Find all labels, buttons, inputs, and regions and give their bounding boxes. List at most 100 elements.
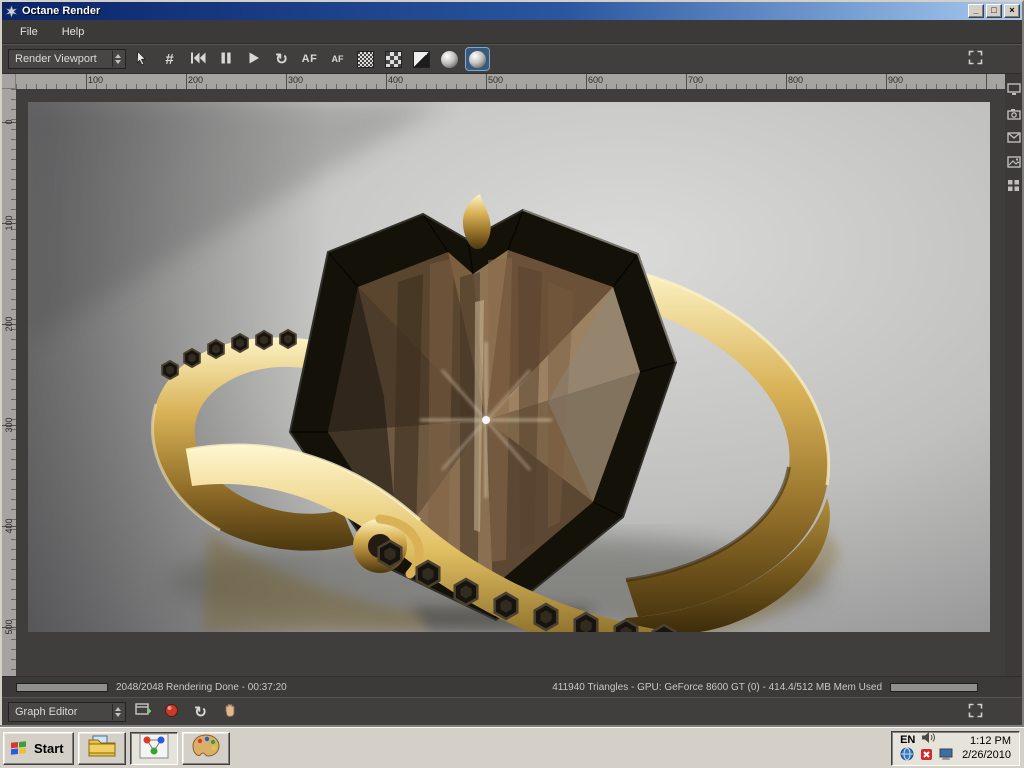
- autofocus-small-label: AF: [331, 54, 344, 64]
- new-nodegraph-button[interactable]: [130, 700, 155, 724]
- crosshair-icon: #: [165, 50, 174, 68]
- viewport-dropdown[interactable]: Render Viewport: [8, 49, 126, 69]
- pan-tool-button[interactable]: [217, 700, 242, 724]
- refresh-graph-button[interactable]: ↻: [188, 700, 213, 724]
- rewind-icon: [190, 52, 206, 67]
- vruler-label: 500: [4, 619, 14, 635]
- maximize-button[interactable]: □: [986, 4, 1002, 18]
- pause-icon: [220, 52, 232, 67]
- expand-arrows-icon: [968, 703, 983, 721]
- coarse-checker-icon: [385, 50, 402, 68]
- gpu-status-text: 411940 Triangles - GPU: GeForce 8600 GT …: [552, 681, 882, 693]
- menu-help[interactable]: Help: [50, 22, 97, 42]
- hruler-label: 300: [288, 75, 304, 85]
- pause-render-button[interactable]: [213, 47, 238, 71]
- dither-fine-button[interactable]: [353, 47, 378, 71]
- contrast-split-icon: [413, 50, 430, 68]
- file-manager-shortcut[interactable]: [77, 731, 126, 765]
- menu-file[interactable]: File: [8, 22, 50, 42]
- screen: Octane Render _ □ × File Help Render Vie…: [0, 0, 1024, 768]
- start-label: Start: [34, 740, 64, 756]
- expand-viewport-button[interactable]: [963, 47, 988, 71]
- sphere-icon: [441, 50, 458, 68]
- windows-flag-icon: [9, 738, 29, 759]
- security-alert-icon[interactable]: [920, 748, 933, 766]
- volume-icon[interactable]: [921, 731, 936, 749]
- render-status-text: 2048/2048 Rendering Done - 00:37:20: [116, 681, 287, 693]
- system-tray: EN 1:12 PM 2/26/2010: [891, 730, 1020, 766]
- right-sidebar: [1005, 74, 1022, 676]
- window-title: Octane Render: [22, 5, 101, 17]
- spinner-arrows-icon[interactable]: [112, 703, 123, 720]
- hruler-label: 100: [88, 75, 104, 85]
- hruler-label: 600: [588, 75, 604, 85]
- graph-editor-dropdown-value: Graph Editor: [15, 705, 78, 718]
- refresh-icon: ↻: [275, 51, 288, 68]
- fine-checker-icon: [357, 50, 374, 68]
- vruler-label: 100: [4, 215, 14, 231]
- panel-monitor-icon[interactable]: [1006, 82, 1021, 97]
- dither-coarse-button[interactable]: [381, 47, 406, 71]
- octane-graph-shortcut[interactable]: [129, 731, 178, 765]
- hruler-label: 500: [488, 75, 504, 85]
- select-tool-button[interactable]: [129, 47, 154, 71]
- node-graph-icon: [139, 733, 169, 764]
- menu-bar: File Help: [2, 20, 1022, 44]
- expand-arrows-icon: [968, 50, 983, 68]
- hruler-label: 400: [388, 75, 404, 85]
- material-preview-button[interactable]: [159, 700, 184, 724]
- panel-camera-icon[interactable]: [1006, 106, 1021, 121]
- sphere-selected-icon: [469, 50, 486, 68]
- network-icon[interactable]: [939, 748, 954, 766]
- panel-mail-icon[interactable]: [1006, 130, 1021, 145]
- hand-icon: [223, 703, 237, 721]
- autofocus-button[interactable]: AF: [297, 47, 322, 71]
- title-bar[interactable]: Octane Render _ □ ×: [2, 2, 1022, 20]
- ruler-corner: [2, 74, 16, 89]
- vertical-ruler: 0 100 200 300 400 500: [2, 89, 16, 676]
- start-render-button[interactable]: [241, 47, 266, 71]
- skip-to-start-button[interactable]: [185, 47, 210, 71]
- render-progress-fill: [17, 683, 107, 691]
- spinner-arrows-icon[interactable]: [112, 51, 123, 67]
- color-picker-shortcut[interactable]: [181, 731, 230, 765]
- main-toolbar: Render Viewport # ↻ AF AF: [2, 44, 1022, 74]
- folder-icon: [87, 733, 117, 764]
- horizontal-ruler: 100 200 300 400 500 600 700 800 900: [16, 74, 1005, 89]
- expand-graph-button[interactable]: [963, 700, 988, 724]
- palette-icon: [191, 733, 221, 764]
- language-indicator[interactable]: EN: [900, 734, 915, 746]
- whitepoint-ball-active-button[interactable]: [465, 47, 490, 71]
- restart-render-button[interactable]: ↻: [269, 47, 294, 71]
- graph-editor-dropdown[interactable]: Graph Editor: [8, 701, 126, 722]
- refresh-icon: ↻: [194, 703, 207, 721]
- clock-time: 1:12 PM: [970, 735, 1011, 747]
- octane-render-window: Octane Render _ □ × File Help Render Vie…: [0, 0, 1024, 727]
- viewport-dropdown-value: Render Viewport: [15, 53, 97, 65]
- hruler-label: 700: [688, 75, 704, 85]
- vruler-label: 200: [4, 316, 14, 332]
- hruler-label: 800: [788, 75, 804, 85]
- render-viewport-canvas[interactable]: [28, 102, 990, 632]
- hruler-label: 200: [188, 75, 204, 85]
- autofocus-pick-button[interactable]: AF: [325, 47, 350, 71]
- memory-progress-bar: [890, 682, 978, 692]
- globe-icon[interactable]: [900, 747, 914, 766]
- panel-image-icon[interactable]: [1006, 154, 1021, 169]
- minimize-button[interactable]: _: [968, 4, 984, 18]
- hruler-label: 900: [888, 75, 904, 85]
- vruler-label: 0: [4, 119, 14, 125]
- close-button[interactable]: ×: [1004, 4, 1020, 18]
- focus-pick-button[interactable]: #: [157, 47, 182, 71]
- whitepoint-ball-button[interactable]: [437, 47, 462, 71]
- render-viewport: [16, 89, 1005, 676]
- start-button[interactable]: Start: [3, 731, 74, 765]
- graph-editor-bar: Graph Editor ↻: [2, 697, 1022, 725]
- panel-grid-icon[interactable]: [1006, 178, 1021, 193]
- status-bar: 2048/2048 Rendering Done - 00:37:20 4119…: [2, 676, 1022, 697]
- cursor-arrow-icon: [135, 50, 148, 69]
- material-ball-icon: [164, 703, 179, 721]
- autofocus-label: AF: [301, 53, 318, 65]
- taskbar: Start EN 1:12 PM 2/26/2010: [0, 727, 1024, 768]
- contrast-button[interactable]: [409, 47, 434, 71]
